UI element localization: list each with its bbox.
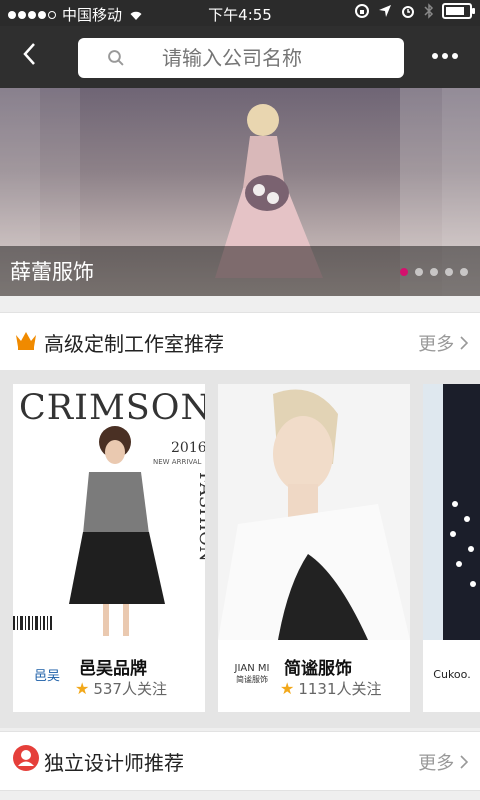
brand-name: 邑吴品牌: [79, 659, 147, 679]
card-image-side-text: FASHION: [195, 472, 205, 562]
card-image-year: 2016: [171, 440, 205, 456]
carousel-indicator: [400, 268, 468, 276]
alarm-icon: [402, 6, 414, 18]
section-title: 高级定制工作室推荐: [44, 332, 224, 356]
bluetooth-icon: [424, 3, 434, 19]
crown-icon: [16, 332, 36, 350]
battery-icon: [442, 3, 475, 19]
search-input[interactable]: [160, 45, 404, 71]
studio-card[interactable]: Cukoo.: [423, 384, 480, 712]
brand-logo: JIAN MI 简谧服饰: [234, 663, 270, 684]
more-options-button[interactable]: [432, 53, 458, 59]
chevron-right-icon: [460, 755, 469, 769]
card-image-title: CRIMSON: [19, 388, 205, 428]
search-box[interactable]: [78, 38, 404, 78]
lock-rotation-icon: [355, 4, 369, 18]
more-link[interactable]: 更多: [418, 330, 469, 356]
status-icons: [354, 3, 475, 19]
search-icon: [108, 50, 124, 66]
studio-card[interactable]: CRIMSON 2016 NEW ARRIVAL FASHION 邑吴 邑吴品牌…: [13, 384, 205, 712]
studio-card[interactable]: JIAN MI 简谧服饰 简谧服饰 ★ 1131人关注: [218, 384, 410, 712]
designer-icon: [13, 745, 39, 771]
chevron-right-icon: [460, 336, 469, 350]
follower-count: ★ 1131人关注: [280, 679, 382, 698]
status-bar: 中国移动 下午4:55: [0, 0, 480, 26]
studio-card-list: CRIMSON 2016 NEW ARRIVAL FASHION 邑吴 邑吴品牌…: [0, 370, 480, 728]
brand-logo: 邑吴: [33, 668, 60, 684]
navigation-bar: [0, 26, 480, 88]
studio-section-header: 高级定制工作室推荐 更多: [0, 312, 480, 372]
model-photo: [443, 384, 480, 640]
designer-section-header: 独立设计师推荐 更多: [0, 731, 480, 791]
location-icon: [379, 5, 391, 17]
card-image: [218, 384, 410, 640]
model-photo: [69, 426, 165, 636]
back-button[interactable]: [22, 42, 52, 72]
brand-name: 简谧服饰: [284, 659, 352, 679]
card-image: [423, 384, 480, 640]
chevron-left-icon: [23, 43, 35, 65]
banner-caption: 薛蕾服饰: [0, 246, 480, 296]
star-icon: ★: [280, 679, 295, 698]
star-icon: ★: [75, 679, 90, 698]
brand-logo: Cukoo.: [433, 667, 471, 681]
card-image: CRIMSON 2016 NEW ARRIVAL FASHION: [13, 384, 205, 640]
banner-title: 薛蕾服饰: [10, 260, 94, 284]
more-link[interactable]: 更多: [418, 749, 469, 775]
follower-count: ★ 537人关注: [75, 679, 167, 698]
section-title: 独立设计师推荐: [44, 751, 184, 775]
model-photo: [218, 389, 410, 640]
barcode-icon: [13, 616, 52, 630]
